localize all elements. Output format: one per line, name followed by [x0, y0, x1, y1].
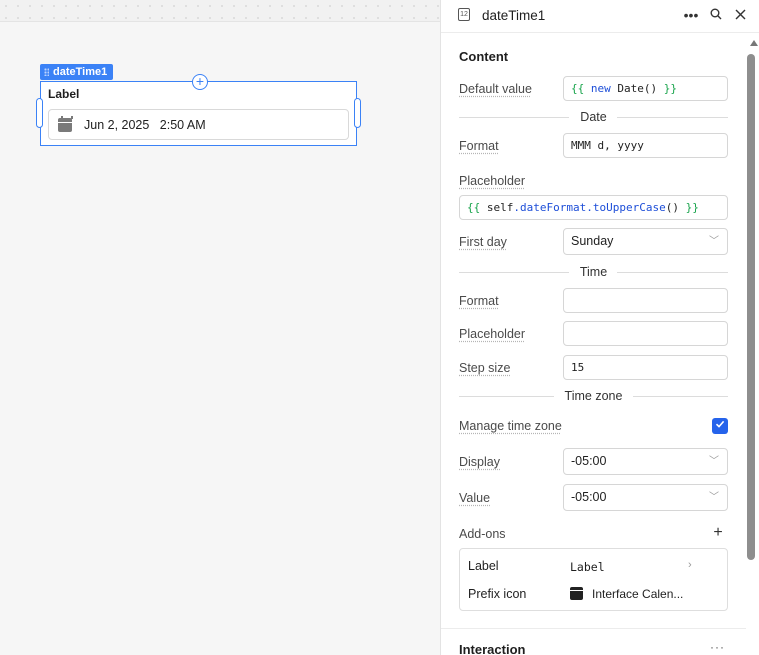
- datetime-label: Label: [48, 87, 80, 101]
- time-placeholder-label: Placeholder: [459, 327, 526, 341]
- time-format-input[interactable]: [563, 288, 728, 313]
- addon-label-value: Label: [570, 560, 605, 574]
- code-expression: Date(): [617, 82, 658, 95]
- chevron-down-icon: ﹀: [709, 456, 719, 467]
- search-icon[interactable]: [707, 6, 725, 24]
- step-size-input[interactable]: 15: [563, 355, 728, 380]
- timezone-divider: Time zone: [459, 389, 728, 403]
- code-property: .dateFormat: [513, 201, 587, 214]
- first-day-label: First day: [459, 235, 507, 249]
- chevron-down-icon: ﹀: [709, 236, 719, 247]
- value-select[interactable]: -05:00 ﹀: [563, 484, 728, 511]
- datetime-component[interactable]: Label Jun 2, 2025 2:50 AM: [36, 81, 361, 146]
- manage-timezone-label: Manage time zone: [459, 419, 562, 433]
- chevron-right-icon: ›: [688, 559, 692, 571]
- addon-prefix-icon-value: Interface Calen...: [592, 587, 684, 601]
- component-name-text: dateTime1: [53, 66, 108, 78]
- time-format-label: Format: [459, 294, 499, 308]
- code-object: self: [486, 201, 514, 214]
- datetime-input[interactable]: Jun 2, 2025 2:50 AM: [48, 109, 349, 140]
- scroll-up-arrow-icon[interactable]: [750, 40, 758, 46]
- resize-handle-left[interactable]: [36, 98, 43, 128]
- time-value: 2:50 AM: [159, 118, 206, 132]
- value-value: -05:00: [571, 490, 607, 504]
- datetime-value: Jun 2, 2025 2:50 AM: [84, 118, 206, 132]
- placeholder-label: Placeholder: [459, 174, 526, 188]
- first-day-value: Sunday: [571, 234, 614, 248]
- code-brace-open: {{: [467, 201, 481, 214]
- more-horizontal-icon[interactable]: ···: [710, 640, 725, 654]
- editor-canvas[interactable]: dateTime1 Label Jun 2, 2025 2:50 AM +: [0, 0, 440, 655]
- date-format-label: Format: [459, 139, 499, 153]
- default-value-label: Default value: [459, 82, 532, 96]
- close-icon[interactable]: [731, 6, 749, 24]
- date-divider-text: Date: [580, 110, 607, 124]
- canvas-top-strip: [0, 0, 440, 22]
- placeholder-input[interactable]: {{ self.dateFormat.toUpperCase() }}: [459, 195, 728, 220]
- display-label: Display: [459, 455, 500, 469]
- time-divider-text: Time: [579, 265, 608, 279]
- code-brace-open: {{: [571, 82, 585, 95]
- check-icon: [715, 420, 725, 428]
- panel-header: 12 dateTime1 •••: [441, 0, 759, 33]
- code-brace-close: }}: [685, 201, 699, 214]
- display-value: -05:00: [571, 454, 607, 468]
- inspector-panel: 12 dateTime1 ••• Content Default value {…: [440, 0, 759, 655]
- date-value: Jun 2, 2025: [84, 118, 150, 132]
- addons-list: Label Label › Prefix icon Interface Cale…: [459, 548, 728, 611]
- date-divider: Date: [459, 110, 728, 124]
- addon-prefix-icon-name: Prefix icon: [468, 587, 527, 601]
- calendar-icon: 12: [458, 8, 470, 21]
- component-name-tag[interactable]: dateTime1: [40, 64, 114, 80]
- step-size-label: Step size: [459, 361, 511, 375]
- addon-label-name: Label: [468, 559, 499, 573]
- add-component-plus-icon[interactable]: +: [192, 74, 208, 90]
- drag-grip-icon[interactable]: [44, 68, 49, 76]
- section-content-title[interactable]: Content: [459, 49, 508, 64]
- more-horizontal-icon[interactable]: •••: [682, 6, 700, 24]
- timezone-divider-text: Time zone: [564, 389, 623, 403]
- date-format-input[interactable]: MMM d, yyyy: [563, 133, 728, 158]
- calendar-icon: [570, 587, 583, 600]
- value-label: Value: [459, 491, 491, 505]
- code-brace-close: }}: [663, 82, 677, 95]
- calendar-icon: [58, 116, 73, 132]
- time-placeholder-input[interactable]: [563, 321, 728, 346]
- resize-handle-right[interactable]: [354, 98, 361, 128]
- add-addon-plus-icon[interactable]: +: [710, 525, 726, 541]
- section-separator: [441, 628, 746, 629]
- panel-title[interactable]: dateTime1: [482, 8, 545, 23]
- default-value-input[interactable]: {{ new Date() }}: [563, 76, 728, 101]
- section-interaction-title[interactable]: Interaction: [459, 642, 525, 655]
- display-select[interactable]: -05:00 ﹀: [563, 448, 728, 475]
- scrollbar-thumb[interactable]: [747, 54, 755, 560]
- time-divider: Time: [459, 265, 728, 279]
- manage-timezone-checkbox[interactable]: [712, 418, 728, 434]
- chevron-down-icon: ﹀: [709, 492, 719, 503]
- addons-title: Add-ons: [459, 527, 506, 541]
- code-method: .toUpperCase: [586, 201, 666, 214]
- first-day-select[interactable]: Sunday ﹀: [563, 228, 728, 255]
- code-call: (): [665, 201, 679, 214]
- code-keyword: new: [590, 82, 611, 95]
